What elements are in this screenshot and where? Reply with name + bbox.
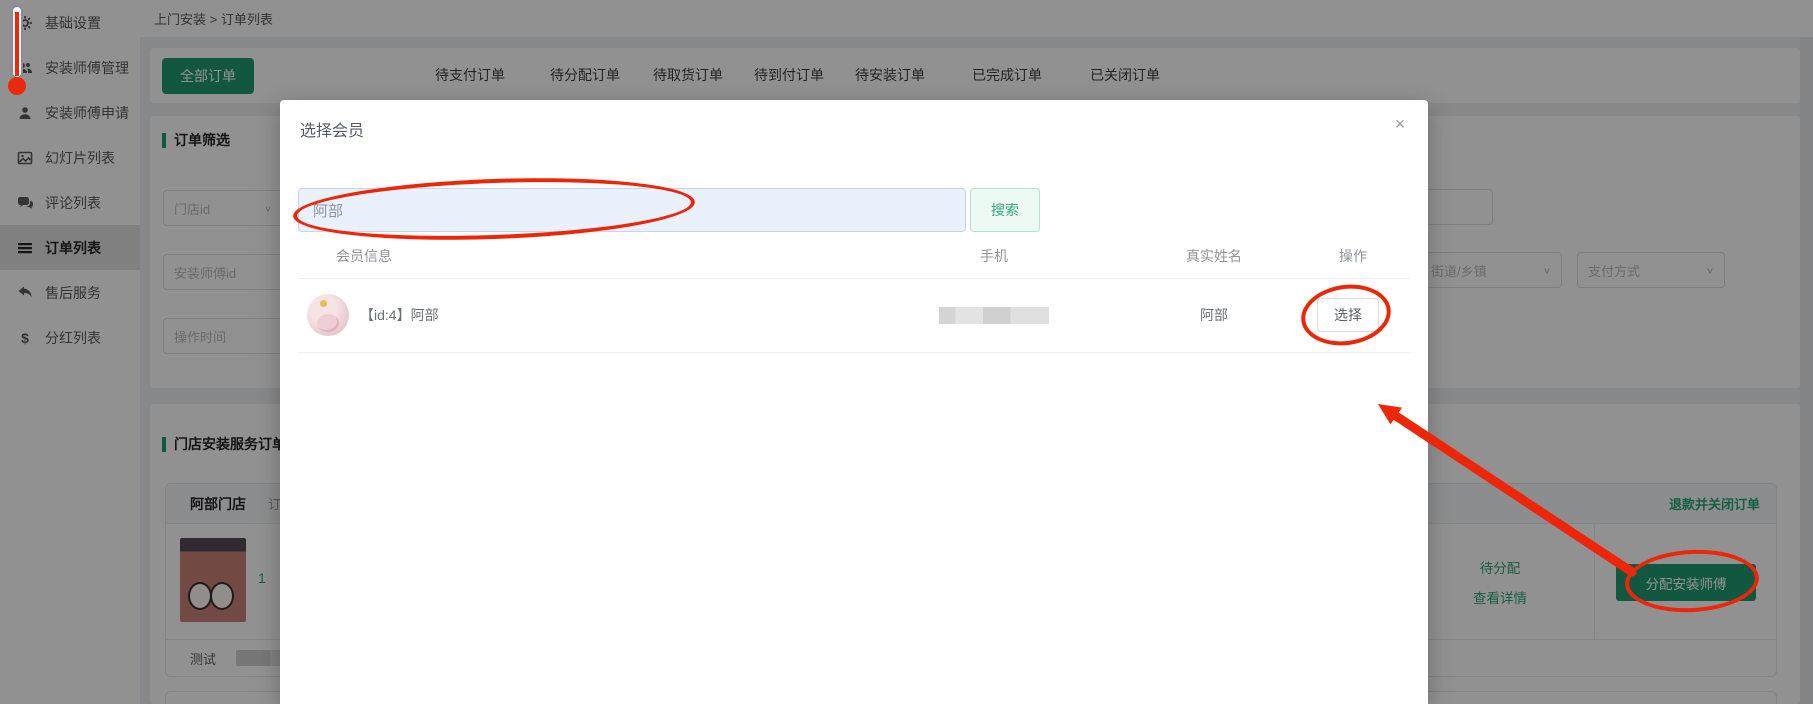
select-member-modal: 选择会员 × 搜索 会员信息 手机 真实姓名 操作 【id:4】阿部 阿部 选择 bbox=[280, 100, 1428, 704]
member-real-name: 阿部 bbox=[1200, 307, 1228, 323]
col-action: 操作 bbox=[1339, 248, 1367, 264]
close-icon[interactable]: × bbox=[1388, 112, 1412, 136]
member-table-header: 会员信息 手机 真实姓名 操作 bbox=[280, 246, 1428, 270]
col-real-name: 真实姓名 bbox=[1186, 248, 1242, 264]
member-search-input[interactable] bbox=[298, 188, 966, 232]
select-member-button[interactable]: 选择 bbox=[1317, 298, 1379, 332]
col-member-info: 会员信息 bbox=[336, 248, 392, 264]
modal-title: 选择会员 bbox=[300, 123, 365, 140]
col-phone: 手机 bbox=[980, 248, 1008, 264]
member-avatar bbox=[307, 294, 349, 336]
member-search-button[interactable]: 搜索 bbox=[970, 188, 1040, 232]
member-info-text: 【id:4】阿部 bbox=[360, 307, 439, 323]
member-row: 【id:4】阿部 阿部 选择 bbox=[280, 279, 1428, 351]
table-divider bbox=[298, 352, 1410, 353]
masked-phone-number bbox=[939, 307, 1049, 324]
